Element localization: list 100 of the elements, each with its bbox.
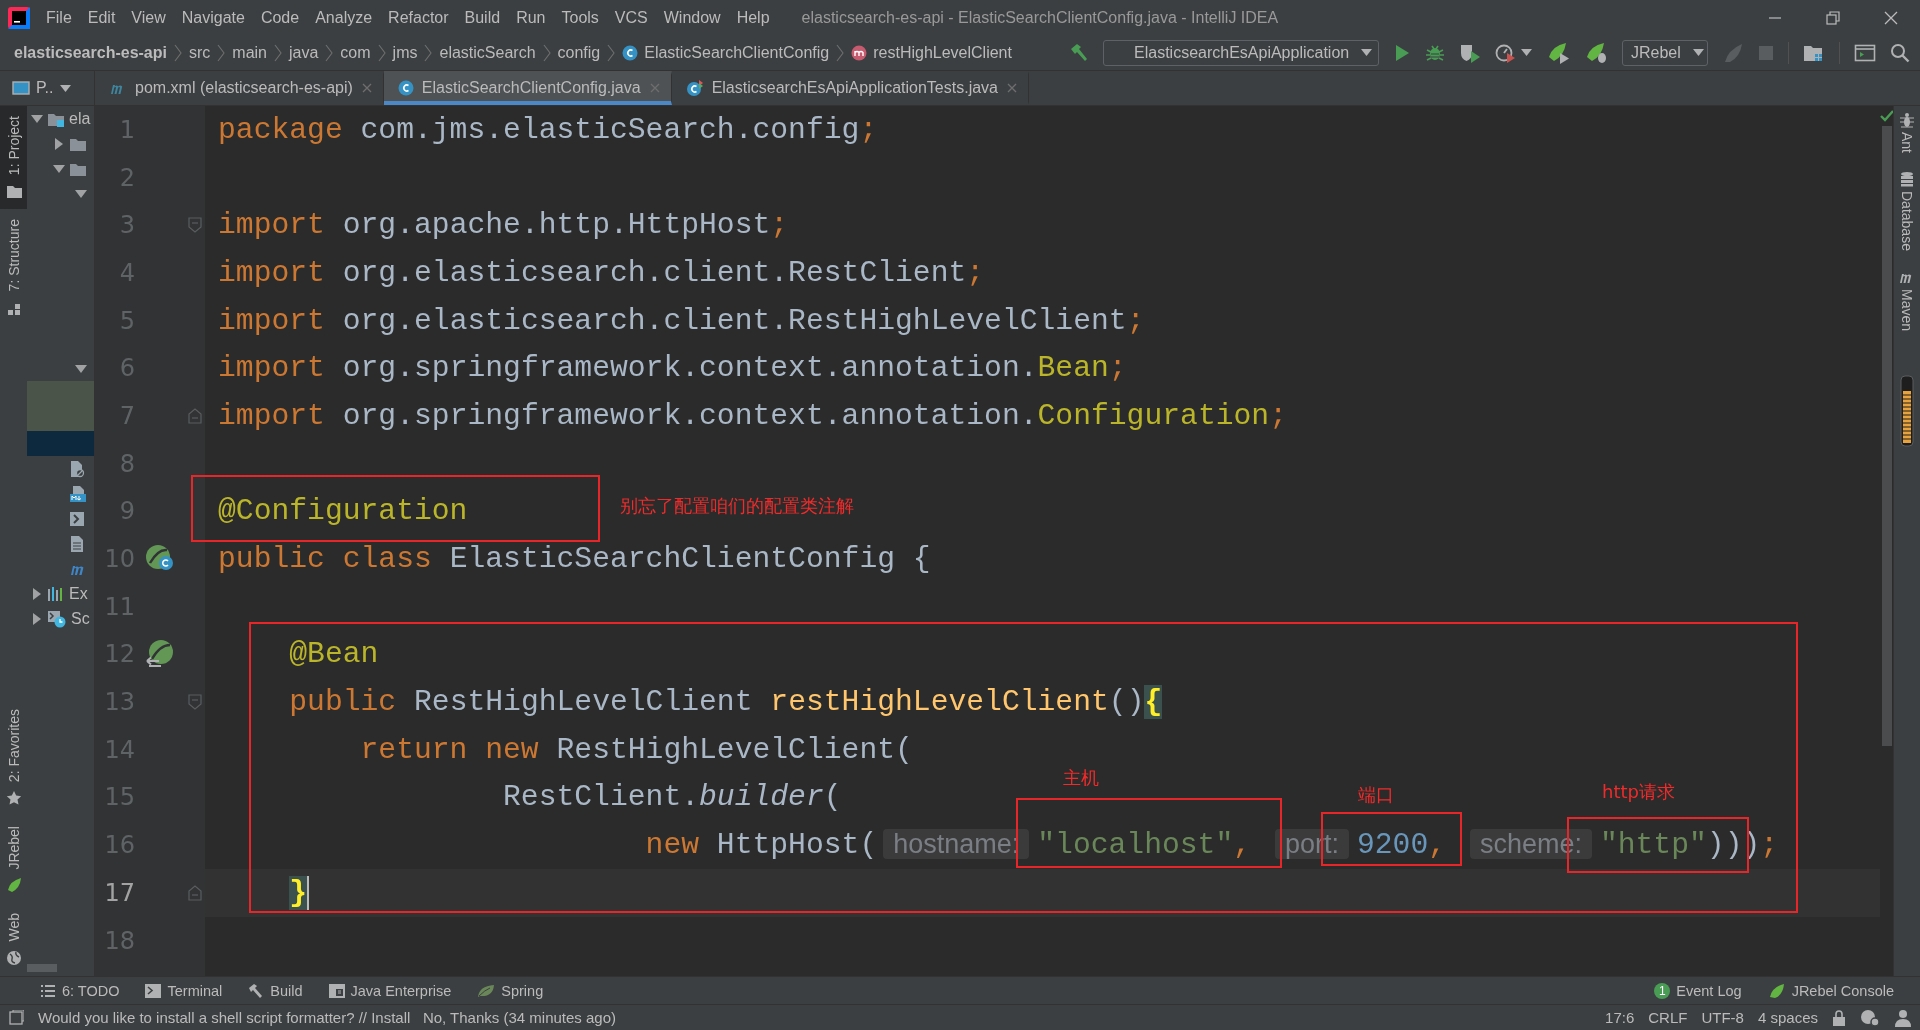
parameter-hint: hostname: xyxy=(883,829,1030,860)
menu-item[interactable]: Code xyxy=(252,8,308,27)
file-encoding[interactable]: UTF-8 xyxy=(1701,1009,1744,1026)
menu-item[interactable]: Analyze xyxy=(307,8,381,27)
git-settings-icon[interactable] xyxy=(1860,1008,1880,1027)
menu-item[interactable]: VCS xyxy=(606,8,656,27)
code-token: Configuration xyxy=(1037,398,1270,433)
inspector-person-icon[interactable] xyxy=(1894,1008,1912,1027)
rocket-run-icon[interactable] xyxy=(1546,41,1570,64)
app-logo-icon xyxy=(8,6,30,29)
tree-item[interactable]: Sc xyxy=(31,609,90,628)
breadcrumb[interactable]: main xyxy=(226,43,273,62)
code-token: import xyxy=(218,351,325,386)
breadcrumb[interactable]: ElasticSearchClientConfig xyxy=(616,43,836,62)
tool-window-button[interactable]: 6: TODO xyxy=(40,982,120,999)
restore-icon[interactable] xyxy=(1826,10,1840,25)
breadcrumb-separator-icon xyxy=(606,42,617,63)
code-token: Bean xyxy=(1037,351,1109,386)
indent-setting[interactable]: 4 spaces xyxy=(1757,1009,1818,1026)
coverage-shield-icon[interactable] xyxy=(1459,42,1481,63)
horizontal-scrollbar[interactable] xyxy=(27,964,57,972)
breadcrumb[interactable]: src xyxy=(183,43,217,62)
jrebel-mode-dropdown[interactable]: JRebel xyxy=(1622,39,1708,66)
tool-window-button[interactable]: Terminal xyxy=(145,982,223,999)
caret-icon xyxy=(59,84,71,92)
breadcrumb[interactable]: java xyxy=(283,43,325,62)
code-token: RestHighLevelClient( xyxy=(556,732,913,767)
collapsed-arrow-icon[interactable] xyxy=(31,612,43,625)
method-icon xyxy=(851,44,868,61)
close-icon[interactable] xyxy=(1884,10,1898,25)
tool-window-button[interactable]: JRebel Console xyxy=(1767,982,1894,999)
class-icon xyxy=(622,44,639,61)
window-title: elasticsearch-es-api - ElasticSearchClientConfig.java - IntelliJ IDEA xyxy=(801,8,1279,27)
caret-position[interactable]: 17:6 xyxy=(1605,1009,1635,1026)
tool-window-button[interactable]: Spring xyxy=(477,982,544,999)
code-token: RestClient. xyxy=(503,780,700,815)
menu-item[interactable]: Navigate xyxy=(173,8,253,27)
menu-item[interactable]: File xyxy=(38,8,80,27)
menu-item[interactable]: Run xyxy=(508,8,554,27)
breadcrumb[interactable]: jms xyxy=(386,43,424,62)
breadcrumb-separator-icon xyxy=(324,42,335,63)
code-token: ElasticSearchClientConfig { xyxy=(449,542,931,577)
script-file-icon xyxy=(69,510,85,527)
expanded-arrow-icon[interactable] xyxy=(53,162,65,175)
editor-tab[interactable]: ElasticSearchClientConfig.java xyxy=(383,71,672,105)
search-icon[interactable] xyxy=(1890,42,1910,63)
menu-item[interactable]: Window xyxy=(655,8,729,27)
breadcrumb[interactable]: config xyxy=(551,43,607,62)
expanded-arrow-icon[interactable] xyxy=(75,362,87,375)
tool-window-button[interactable]: Build xyxy=(248,982,303,999)
menu-item[interactable]: Refactor xyxy=(380,8,457,27)
tree-item[interactable]: ela xyxy=(31,109,91,128)
breadcrumb[interactable]: restHighLevelClient xyxy=(845,43,1018,62)
code-token: ; xyxy=(1126,303,1145,338)
tree-item[interactable] xyxy=(53,135,87,152)
collapsed-arrow-icon[interactable] xyxy=(53,137,65,150)
code-token: ; xyxy=(966,255,985,290)
fold-start-icon[interactable] xyxy=(188,694,202,711)
menu-item[interactable]: View xyxy=(123,8,174,27)
tool-window-button[interactable]: Web xyxy=(0,903,27,976)
menu-item[interactable]: Tools xyxy=(553,8,607,27)
breadcrumb[interactable]: com xyxy=(334,43,377,62)
tool-window-button[interactable]: Ant xyxy=(1893,108,1920,157)
menu-item[interactable]: Help xyxy=(728,8,778,27)
lock-icon[interactable] xyxy=(1832,1009,1846,1026)
tool-window-button[interactable]: 2: Favorites xyxy=(0,698,27,816)
menu-item[interactable]: Edit xyxy=(79,8,124,27)
rocket-debug-icon[interactable] xyxy=(1584,41,1608,64)
run-configuration-dropdown[interactable]: ElasticsearchEsApiApplication xyxy=(1103,39,1379,66)
code-token: org.elasticsearch.client.RestClient xyxy=(342,255,967,290)
tool-window-button[interactable]: Database xyxy=(1893,167,1920,255)
project-panel-tab[interactable]: P.. xyxy=(0,71,95,105)
tool-window-button[interactable]: Java Enterprise xyxy=(328,982,452,999)
profiler-gauge-icon[interactable] xyxy=(1495,42,1517,63)
expanded-arrow-icon[interactable] xyxy=(31,112,43,125)
rocket-icon xyxy=(5,877,22,894)
tool-windows-toggle-icon[interactable] xyxy=(8,1009,24,1026)
vertical-scrollbar[interactable] xyxy=(1881,126,1892,746)
bean-method-icon[interactable] xyxy=(145,639,175,670)
line-separator[interactable]: CRLF xyxy=(1648,1009,1688,1026)
tool-window-button[interactable]: 1: Project xyxy=(0,106,27,210)
menu-item[interactable]: Build xyxy=(456,8,509,27)
tool-window-button[interactable]: 7: Structure xyxy=(0,209,27,326)
code-token: , xyxy=(1233,828,1252,863)
breadcrumb[interactable]: elasticSearch xyxy=(433,43,542,62)
breadcrumb[interactable]: elasticsearch-es-api xyxy=(14,43,173,62)
presentation-window-icon[interactable] xyxy=(1854,42,1876,63)
editor-tab[interactable]: pom.xml (elasticsearch-es-api) xyxy=(95,71,384,105)
tool-window-button[interactable]: Maven xyxy=(1893,264,1920,335)
tree-item[interactable]: Ex xyxy=(31,584,88,603)
fold-start-icon[interactable] xyxy=(188,217,202,234)
tool-window-button[interactable]: JRebel xyxy=(0,815,27,904)
rocket-icon xyxy=(1767,982,1786,999)
editor-tab[interactable]: ElasticsearchEsApiApplicationTests.java xyxy=(671,71,1029,105)
test-class-icon xyxy=(685,80,704,96)
build-hammer-icon[interactable] xyxy=(1069,42,1089,63)
run-icon[interactable] xyxy=(1393,43,1411,62)
expanded-arrow-icon[interactable] xyxy=(75,187,87,200)
collapsed-arrow-icon[interactable] xyxy=(31,587,43,600)
tool-window-button[interactable]: 1 Event Log xyxy=(1654,982,1742,999)
